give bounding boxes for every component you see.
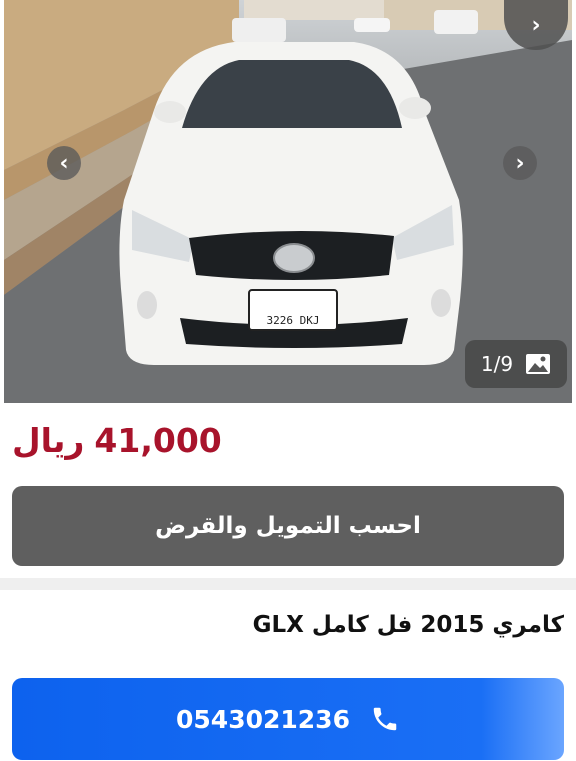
chevron-right-icon: › [531,12,541,38]
listing-title: كامري 2015 فل كامل GLX [252,612,564,638]
price-value: 41,000 [94,420,222,460]
price-currency: ريال [12,420,85,460]
call-seller-button[interactable]: 0543021236 [12,678,564,760]
license-plate-text: 3226 DKJ [267,314,320,327]
price: ريال 41,000 [12,418,222,462]
calculate-finance-button[interactable]: احسب التمويل والقرض [12,486,564,566]
chevron-right-icon: › [515,150,525,176]
listing-photo[interactable]: 3226 DKJ › ‹ › 1/9 [4,0,572,403]
image-icon [526,354,551,374]
previous-photo-button[interactable]: ‹ [47,146,81,180]
section-divider [0,578,576,590]
next-photo-button[interactable]: › [503,146,537,180]
chevron-left-icon: ‹ [59,150,69,176]
photo-counter-text: 1/9 [480,352,514,376]
phone-number: 0543021236 [176,704,350,734]
photo-counter[interactable]: 1/9 [465,340,567,388]
phone-icon [373,707,397,731]
